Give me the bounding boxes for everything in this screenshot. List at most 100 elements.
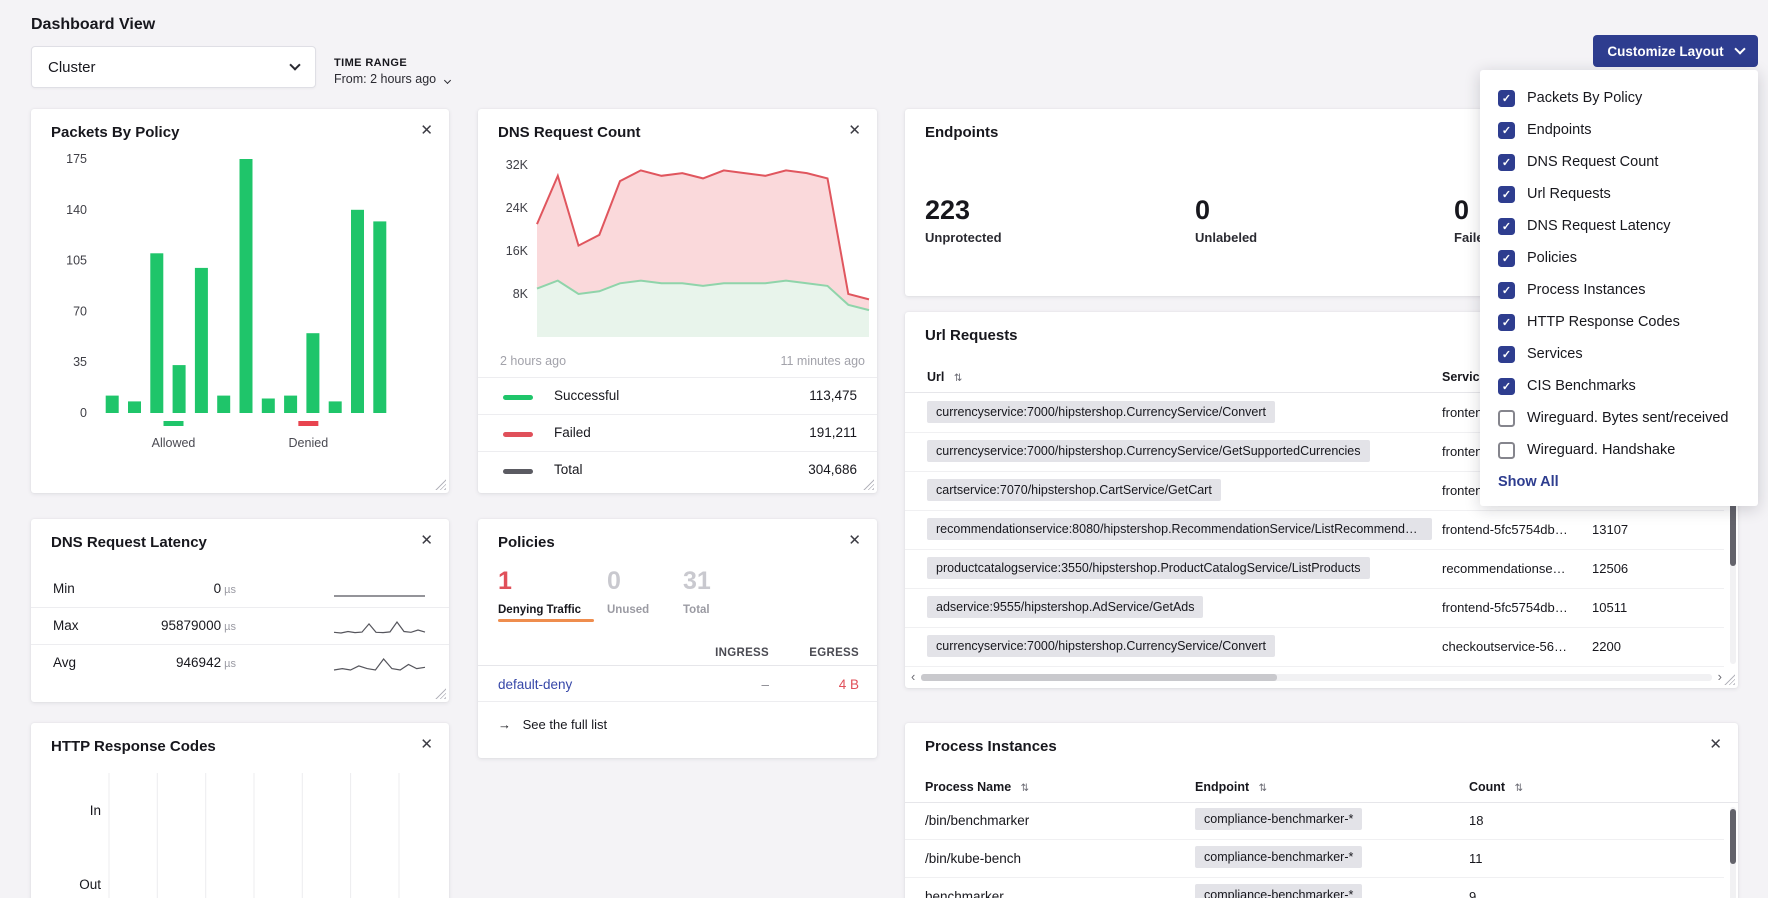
menu-item-endpoints[interactable]: ✓Endpoints: [1480, 114, 1758, 146]
checkbox-unchecked-icon[interactable]: [1498, 410, 1515, 427]
scroll-right-icon[interactable]: ›: [1716, 670, 1724, 684]
endpoint-cell: compliance-benchmarker-*: [1195, 808, 1362, 835]
chart-legend: Successful113,475Failed191,211Total304,6…: [478, 377, 877, 488]
sort-icon[interactable]: ⇅: [1515, 783, 1523, 794]
close-icon[interactable]: ✕: [420, 531, 433, 549]
column-header-url[interactable]: Url ⇅: [927, 370, 962, 384]
latency-row-min: Min0 µs: [31, 571, 449, 608]
table-row[interactable]: default-deny – 4 B: [478, 677, 877, 702]
table-row[interactable]: benchmarkercompliance-benchmarker-*9: [905, 878, 1724, 898]
svg-text:70: 70: [73, 304, 87, 318]
customize-layout-button[interactable]: Customize Layout: [1593, 35, 1758, 67]
column-header-count[interactable]: Count ⇅: [1469, 780, 1523, 794]
checkbox-checked-icon[interactable]: ✓: [1498, 154, 1515, 171]
time-range-from[interactable]: From: 2 hours ago: [334, 72, 450, 86]
checkbox-checked-icon[interactable]: ✓: [1498, 186, 1515, 203]
menu-item-wireguard-bytes-sent-received[interactable]: Wireguard. Bytes sent/received: [1480, 402, 1758, 434]
menu-item-label: Process Instances: [1527, 282, 1645, 298]
view-select-value: Cluster: [48, 59, 96, 76]
menu-item-cis-benchmarks[interactable]: ✓CIS Benchmarks: [1480, 370, 1758, 402]
card-title: DNS Request Count: [498, 124, 641, 141]
resize-handle[interactable]: [1724, 674, 1735, 685]
checkbox-checked-icon[interactable]: ✓: [1498, 250, 1515, 267]
time-range-from-value: From: 2 hours ago: [334, 72, 436, 86]
column-header-endpoint[interactable]: Endpoint ⇅: [1195, 780, 1267, 794]
table-row[interactable]: /bin/benchmarkercompliance-benchmarker-*…: [905, 802, 1724, 840]
metric-label: Avg: [53, 655, 76, 670]
svg-text:8K: 8K: [513, 287, 529, 301]
table-row[interactable]: recommendationservice:8080/hipstershop.R…: [905, 511, 1724, 550]
scrollbar-thumb[interactable]: [921, 674, 1277, 681]
menu-item-dns-request-latency[interactable]: ✓ DNS Request Latency: [1480, 210, 1758, 242]
checkbox-checked-icon[interactable]: ✓: [1498, 314, 1515, 331]
metric-value: 0 µs: [121, 581, 236, 596]
checkbox-checked-icon[interactable]: ✓: [1498, 90, 1515, 107]
checkbox-checked-icon[interactable]: ✓: [1498, 122, 1515, 139]
sort-icon[interactable]: ⇅: [1259, 783, 1267, 794]
table-row[interactable]: /bin/kube-benchcompliance-benchmarker-*1…: [905, 840, 1724, 878]
close-icon[interactable]: ✕: [1709, 735, 1722, 753]
table-row[interactable]: productcatalogservice:3550/hipstershop.P…: [905, 550, 1724, 589]
endpoint-stat-unprotected: 223Unprotected: [925, 195, 1002, 245]
bar: [351, 210, 364, 413]
menu-item-dns-request-count[interactable]: ✓DNS Request Count: [1480, 146, 1758, 178]
close-icon[interactable]: ✕: [848, 531, 861, 549]
legend-row-successful: Successful113,475: [478, 377, 877, 414]
menu-item-http-response-codes[interactable]: ✓HTTP Response Codes: [1480, 306, 1758, 338]
policy-stat-total[interactable]: 31Total: [683, 567, 711, 616]
scroll-left-icon[interactable]: ‹: [909, 670, 917, 684]
stat-value: 0: [607, 567, 649, 596]
policy-stat-denying-traffic[interactable]: 1Denying Traffic: [498, 567, 581, 616]
menu-item-url-requests[interactable]: ✓ Url Requests: [1480, 178, 1758, 210]
card-policies: Policies ✕ 1Denying Traffic 0Unused 31Tota…: [478, 519, 877, 758]
policy-stat-unused[interactable]: 0Unused: [607, 567, 649, 616]
menu-item-label: Url Requests: [1527, 186, 1611, 202]
checkbox-unchecked-icon[interactable]: [1498, 442, 1515, 459]
checkbox-checked-icon[interactable]: ✓: [1498, 346, 1515, 363]
menu-item-services[interactable]: ✓Services: [1480, 338, 1758, 370]
stat-label: Denying Traffic: [498, 604, 581, 616]
horizontal-scrollbar[interactable]: ‹ ›: [909, 670, 1724, 684]
close-icon[interactable]: ✕: [420, 735, 433, 753]
menu-item-wireguard-handshake[interactable]: Wireguard. Handshake: [1480, 434, 1758, 466]
menu-item-packets-by-policy[interactable]: ✓Packets By Policy: [1480, 82, 1758, 114]
scrollbar-track[interactable]: [921, 674, 1711, 681]
scrollbar-thumb[interactable]: [1730, 809, 1736, 864]
checkbox-checked-icon[interactable]: ✓: [1498, 282, 1515, 299]
view-select[interactable]: Cluster: [31, 46, 316, 88]
checkbox-checked-icon[interactable]: ✓: [1498, 378, 1515, 395]
show-all-link[interactable]: Show All: [1480, 466, 1758, 500]
metric-value: 95879000 µs: [121, 618, 236, 633]
policy-link[interactable]: default-deny: [498, 677, 572, 692]
bar: [106, 396, 119, 413]
close-icon[interactable]: ✕: [848, 121, 861, 139]
see-full-list-link[interactable]: → See the full list: [498, 717, 607, 732]
menu-item-process-instances[interactable]: ✓ Process Instances: [1480, 274, 1758, 306]
sort-icon[interactable]: ⇅: [954, 373, 962, 384]
sort-icon[interactable]: ⇅: [1021, 783, 1029, 794]
close-icon[interactable]: ✕: [420, 121, 433, 139]
sparkline-chart: [332, 617, 427, 637]
menu-item-policies[interactable]: ✓Policies: [1480, 242, 1758, 274]
vertical-scrollbar[interactable]: [1730, 807, 1736, 898]
column-header-egress[interactable]: EGRESS: [809, 647, 859, 659]
unit-label: µs: [221, 658, 236, 670]
sparkline-chart: [332, 654, 427, 674]
endpoint-chip: compliance-benchmarker-*: [1195, 808, 1362, 830]
stat-value: 223: [925, 195, 1002, 226]
packets-bar-chart: 03570105140175AllowedDenied: [31, 109, 449, 493]
table-row[interactable]: adservice:9555/hipstershop.AdService/Get…: [905, 589, 1724, 628]
resize-handle[interactable]: [435, 688, 446, 699]
menu-item-label: DNS Request Latency: [1527, 218, 1670, 234]
card-title: Policies: [498, 534, 555, 551]
column-header-ingress[interactable]: INGRESS: [715, 647, 769, 659]
resize-handle[interactable]: [435, 479, 446, 490]
sparkline-chart: [332, 580, 427, 600]
legend-label: Successful: [554, 388, 619, 403]
table-row[interactable]: currencyservice:7000/hipstershop.Currenc…: [905, 628, 1724, 667]
card-dns-request-count: DNS Request Count ✕ 8K16K24K32K 2 hours …: [478, 109, 877, 493]
bar: [373, 221, 386, 413]
column-header-process-name[interactable]: Process Name ⇅: [925, 780, 1029, 794]
column-header-label: Count: [1469, 780, 1505, 794]
checkbox-checked-icon[interactable]: ✓: [1498, 218, 1515, 235]
